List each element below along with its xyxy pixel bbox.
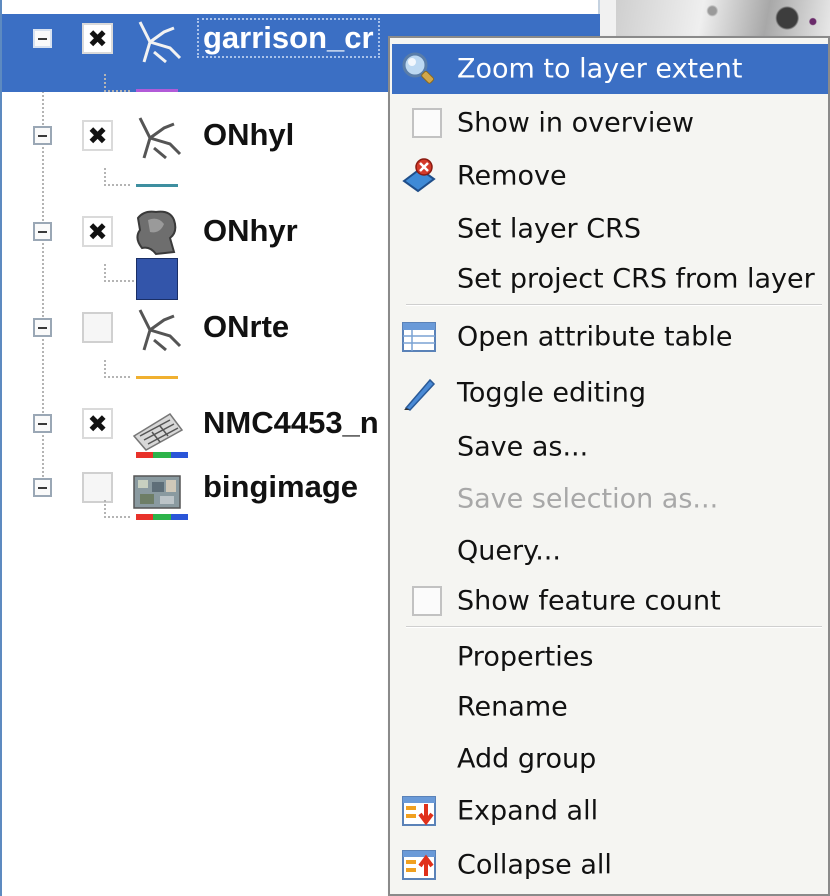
expand-icon xyxy=(402,796,436,826)
menu-item-label: Set layer CRS xyxy=(457,213,641,245)
layer-visibility-checkbox[interactable]: ✖ xyxy=(82,120,113,151)
collapse-toggle-icon[interactable] xyxy=(33,414,52,433)
menu-item-open-attribute-table[interactable]: Open attribute table xyxy=(392,312,828,362)
menu-item-set-layer-crs[interactable]: Set layer CRS xyxy=(392,204,828,254)
menu-item-query[interactable]: Query... xyxy=(392,526,828,576)
menu-separator xyxy=(406,626,822,628)
legend-fill-symbol xyxy=(136,258,178,300)
menu-item-label: Expand all xyxy=(457,795,599,827)
tree-connector xyxy=(104,168,130,186)
tree-connector xyxy=(104,360,130,378)
legend-line-symbol xyxy=(136,89,178,92)
menu-item-label: Open attribute table xyxy=(457,321,733,353)
legend-rgb-symbol xyxy=(136,514,188,520)
layer-name[interactable]: NMC4453_n xyxy=(203,405,379,441)
menu-item-show-feature-count[interactable]: Show feature count xyxy=(392,576,828,626)
line-layer-icon xyxy=(138,21,182,64)
layer-visibility-checkbox[interactable]: ✖ xyxy=(82,216,113,247)
menu-separator xyxy=(406,304,822,306)
menu-item-collapse-all[interactable]: Collapse all xyxy=(392,840,828,890)
menu-item-set-project-crs[interactable]: Set project CRS from layer xyxy=(392,254,828,304)
line-layer-icon xyxy=(138,309,182,352)
menu-item-properties[interactable]: Properties xyxy=(392,632,828,682)
menu-item-save-selection-as: Save selection as... xyxy=(392,474,828,524)
menu-item-label: Save selection as... xyxy=(457,483,719,515)
menu-item-rename[interactable]: Rename xyxy=(392,682,828,732)
layer-context-menu: Zoom to layer extent Show in overview Re… xyxy=(388,36,830,896)
menu-item-save-as[interactable]: Save as... xyxy=(392,422,828,472)
collapse-toggle-icon[interactable] xyxy=(33,126,52,145)
tree-connector xyxy=(104,264,134,282)
map-render xyxy=(616,0,830,36)
pencil-icon xyxy=(404,378,436,411)
layer-name[interactable]: ONhyr xyxy=(203,213,298,249)
table-icon xyxy=(402,322,436,352)
layer-name[interactable]: ONhyl xyxy=(203,117,294,153)
layer-visibility-checkbox[interactable]: ✖ xyxy=(82,23,113,54)
layer-visibility-checkbox[interactable] xyxy=(82,472,113,503)
menu-item-show-in-overview[interactable]: Show in overview xyxy=(392,98,828,148)
layer-visibility-checkbox[interactable] xyxy=(82,312,113,343)
legend-line-symbol xyxy=(136,376,178,379)
raster-layer-icon xyxy=(133,475,181,509)
legend-rgb-symbol xyxy=(136,452,188,458)
collapse-toggle-icon[interactable] xyxy=(33,318,52,337)
menu-item-label: Add group xyxy=(457,743,597,775)
menu-item-add-group[interactable]: Add group xyxy=(392,734,828,784)
zoom-icon xyxy=(402,52,435,84)
menu-item-label: Save as... xyxy=(457,431,589,463)
tree-connector xyxy=(104,74,130,92)
menu-item-expand-all[interactable]: Expand all xyxy=(392,786,828,836)
layer-name[interactable]: ONrte xyxy=(203,309,289,345)
menu-item-label: Remove xyxy=(457,160,567,192)
overview-checkbox[interactable] xyxy=(412,108,442,138)
menu-item-label: Query... xyxy=(457,535,561,567)
tree-connector xyxy=(104,500,130,518)
line-layer-icon xyxy=(138,117,182,160)
menu-item-label: Set project CRS from layer xyxy=(457,263,815,295)
feature-count-checkbox[interactable] xyxy=(412,586,442,616)
layer-name[interactable]: bingimage xyxy=(203,469,358,505)
collapse-toggle-icon[interactable] xyxy=(33,29,52,48)
menu-item-label: Rename xyxy=(457,691,568,723)
menu-item-label: Toggle editing xyxy=(457,377,646,409)
raster-layer-icon xyxy=(132,413,184,451)
menu-item-remove[interactable]: Remove xyxy=(392,151,828,201)
menu-item-zoom-to-layer-extent[interactable]: Zoom to layer extent xyxy=(392,44,828,94)
remove-icon xyxy=(402,158,436,193)
menu-item-label: Show in overview xyxy=(457,107,695,139)
polygon-layer-icon xyxy=(136,210,177,256)
menu-item-label: Show feature count xyxy=(457,585,721,617)
collapse-toggle-icon[interactable] xyxy=(33,478,52,497)
menu-item-label: Collapse all xyxy=(457,849,612,881)
menu-item-label: Properties xyxy=(457,641,594,673)
legend-line-symbol xyxy=(136,184,178,187)
menu-item-toggle-editing[interactable]: Toggle editing xyxy=(392,368,828,418)
collapse-toggle-icon[interactable] xyxy=(33,222,52,241)
collapse-icon xyxy=(402,850,436,880)
layer-visibility-checkbox[interactable]: ✖ xyxy=(82,408,113,439)
layer-name[interactable]: garrison_cr xyxy=(197,18,380,58)
menu-item-label: Zoom to layer extent xyxy=(457,53,743,85)
